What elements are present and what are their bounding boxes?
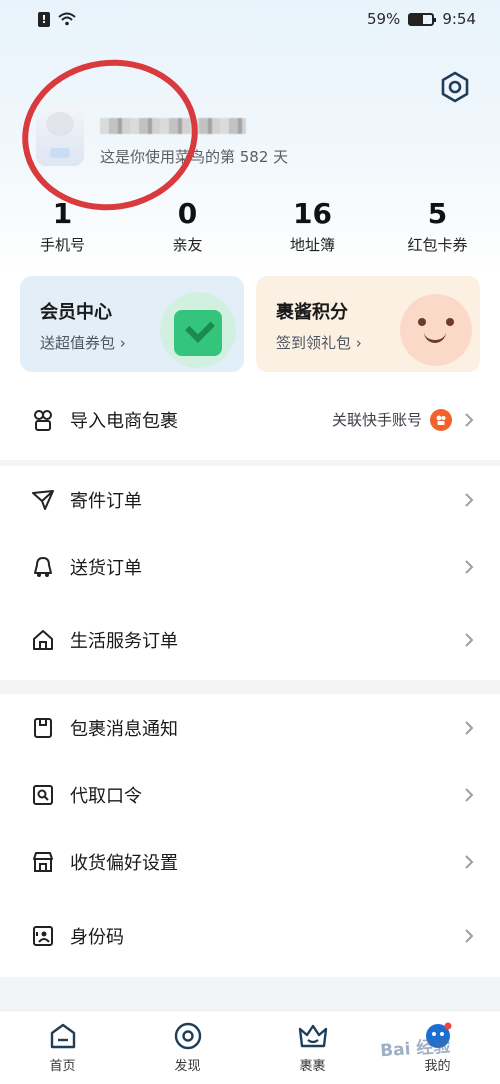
tab-label: 首页	[49, 1059, 76, 1074]
home-icon	[30, 627, 56, 653]
row-label: 导入电商包裹	[70, 410, 178, 432]
row-label: 送货订单	[70, 557, 142, 579]
home-tab-icon	[50, 1023, 75, 1049]
order-row-life-service[interactable]: 生活服务订单	[0, 600, 500, 680]
tab-label: 裹裹	[299, 1059, 326, 1074]
link-kuaishou-label: 关联快手账号	[331, 411, 422, 429]
import-section: 导入电商包裹 关联快手账号	[0, 386, 500, 453]
stats-row: 1 手机号 0 亲友 16 地址簿 5 红包卡券	[0, 198, 500, 260]
stat-phone[interactable]: 1 手机号	[0, 198, 125, 260]
row-label: 包裹消息通知	[70, 718, 178, 740]
stat-value: 5	[427, 197, 448, 230]
smiley-face-icon	[400, 294, 472, 366]
battery-percent: 59%	[366, 10, 401, 28]
guoguo-icon	[298, 1024, 327, 1048]
battery-icon	[408, 12, 437, 26]
status-bar: ! 59% 9:54	[0, 0, 500, 38]
import-packages-icon	[30, 407, 56, 433]
heart-check-icon	[174, 310, 222, 356]
stat-coupons[interactable]: 5 红包卡券	[375, 198, 500, 260]
row-label: 收货偏好设置	[70, 852, 178, 874]
row-label: 寄件订单	[70, 490, 142, 512]
tab-label: 发现	[174, 1059, 201, 1074]
chevron-right-icon	[462, 787, 476, 802]
settings-row-pickup-code[interactable]: 代取口令	[0, 761, 500, 828]
id-code-icon	[30, 923, 56, 949]
row-label: 生活服务订单	[70, 631, 178, 652]
notification-icon	[30, 715, 56, 741]
stat-family[interactable]: 0 亲友	[125, 198, 250, 260]
import-ecommerce-row[interactable]: 导入电商包裹 关联快手账号	[0, 386, 500, 453]
tab-home[interactable]: 首页	[0, 1011, 125, 1084]
stat-value: 1	[52, 197, 73, 230]
order-row-delivery[interactable]: 送货订单	[0, 533, 500, 600]
stat-label: 亲友	[172, 236, 203, 254]
watermark: Bai 经验	[379, 1036, 451, 1062]
store-icon	[30, 849, 56, 875]
settings-row-notification[interactable]: 包裹消息通知	[0, 694, 500, 761]
row-label: 身份码	[70, 927, 124, 948]
row-label: 代取口令	[70, 785, 142, 807]
link-kuaishou[interactable]: 关联快手账号	[331, 408, 452, 431]
settings-section: 包裹消息通知 代取口令 收货偏好设置 身份码	[0, 694, 500, 977]
settings-row-delivery-preference[interactable]: 收货偏好设置	[0, 828, 500, 895]
stat-label: 手机号	[39, 236, 85, 254]
orders-section: 寄件订单 送货订单 生活服务订单	[0, 466, 500, 680]
stat-value: 0	[177, 197, 198, 230]
points-card[interactable]: 裹酱积分 签到领礼包 ›	[256, 276, 480, 372]
stat-label: 红包卡券	[407, 236, 468, 254]
settings-row-id-code[interactable]: 身份码	[0, 895, 500, 977]
tab-guoguo[interactable]: 裹裹	[250, 1011, 375, 1084]
chevron-right-icon	[462, 633, 476, 647]
stat-address-book[interactable]: 16 地址簿	[250, 198, 375, 260]
chevron-right-icon	[462, 412, 476, 427]
settings-hexagon-icon	[441, 71, 469, 103]
clock: 9:54	[442, 10, 476, 28]
chevron-right-icon	[462, 929, 476, 943]
wifi-icon	[58, 12, 76, 26]
chevron-right-icon	[462, 559, 476, 574]
tab-discover[interactable]: 发现	[125, 1011, 250, 1084]
promo-cards: 会员中心 送超值券包 › 裹酱积分 签到领礼包 ›	[20, 276, 480, 372]
discover-icon	[174, 1022, 201, 1050]
settings-button[interactable]	[438, 70, 472, 104]
stat-label: 地址簿	[289, 236, 335, 254]
send-icon	[30, 487, 56, 513]
chevron-right-icon	[462, 492, 476, 507]
stat-value: 16	[293, 197, 332, 230]
kuaishou-logo-icon	[430, 408, 452, 431]
chevron-right-icon	[462, 854, 476, 869]
sim-alert-icon: !	[38, 11, 50, 27]
member-center-card[interactable]: 会员中心 送超值券包 ›	[20, 276, 244, 372]
delivery-icon	[30, 554, 56, 580]
pickup-code-icon	[30, 782, 56, 808]
chevron-right-icon	[462, 720, 476, 735]
order-row-send[interactable]: 寄件订单	[0, 466, 500, 533]
